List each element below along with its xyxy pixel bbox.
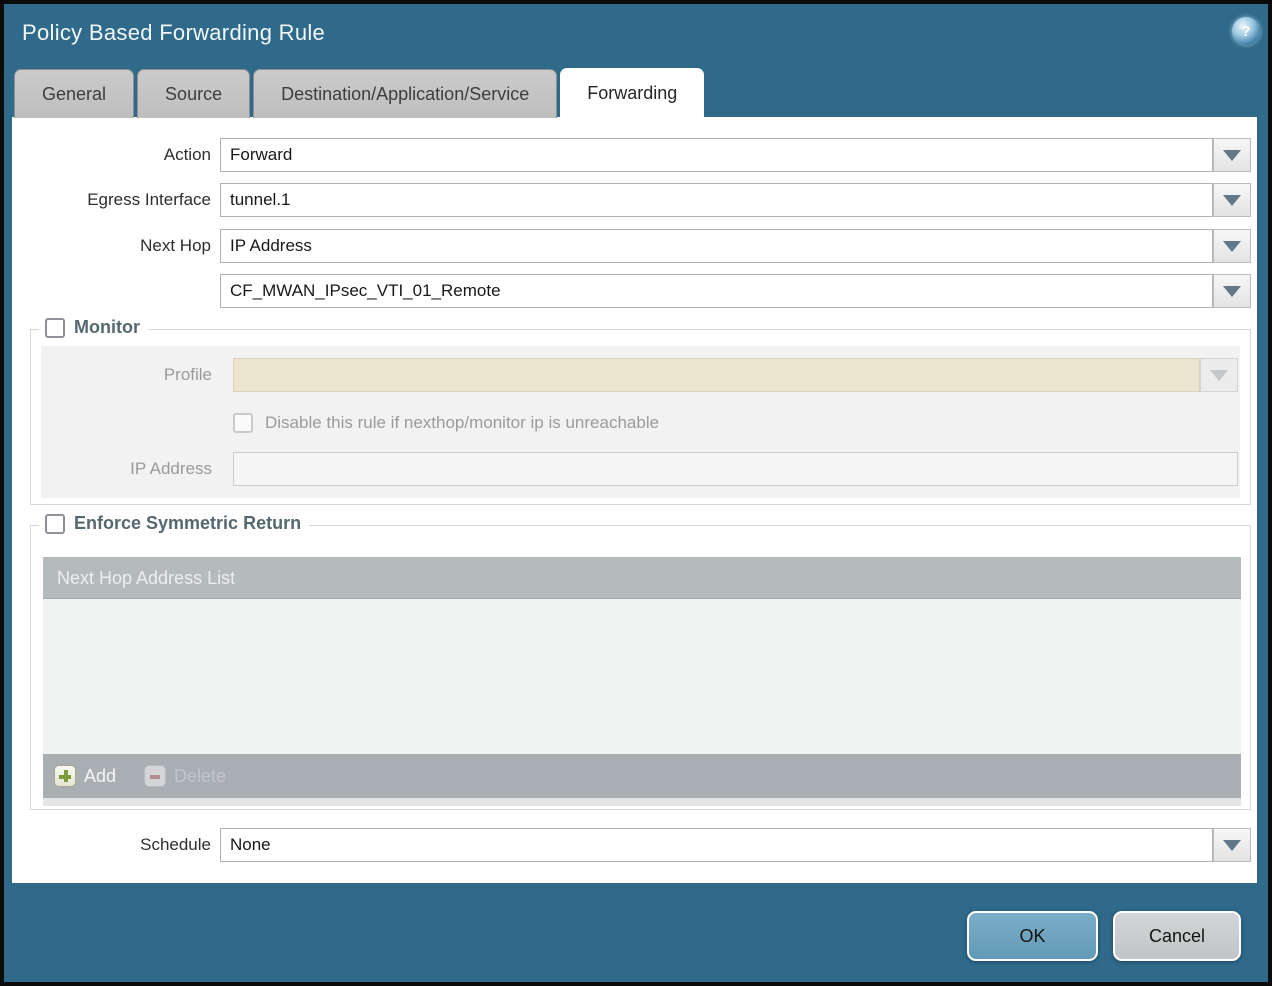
next-hop-address-list-body xyxy=(43,599,1241,754)
egress-interface-select[interactable]: tunnel.1 xyxy=(220,183,1213,217)
next-hop-dropdown-button[interactable] xyxy=(1213,229,1251,263)
next-hop-address-list-header: Next Hop Address List xyxy=(43,557,1241,599)
egress-interface-row: Egress Interface tunnel.1 xyxy=(12,183,1251,217)
next-hop-address-list-toolbar: Add Delete xyxy=(43,754,1241,798)
profile-dropdown-button xyxy=(1200,358,1238,392)
next-hop-address-table: Next Hop Address List Add Delete xyxy=(43,557,1241,806)
action-dropdown-button[interactable] xyxy=(1213,138,1251,172)
symmetric-return-title: Enforce Symmetric Return xyxy=(74,513,301,534)
disable-rule-label: Disable this rule if nexthop/monitor ip … xyxy=(265,413,659,433)
chevron-down-icon xyxy=(1223,840,1241,851)
chevron-down-icon xyxy=(1223,195,1241,206)
monitor-section: Monitor Profile Disable this rule if nex… xyxy=(30,329,1251,505)
action-row: Action Forward xyxy=(12,138,1251,172)
tab-source[interactable]: Source xyxy=(137,69,250,118)
table-bottom-strip xyxy=(43,798,1241,806)
disable-rule-checkbox xyxy=(233,413,253,433)
monitor-ip-address-input xyxy=(233,452,1238,486)
add-button-label: Add xyxy=(84,766,116,787)
tab-forwarding[interactable]: Forwarding xyxy=(560,68,704,120)
action-select[interactable]: Forward xyxy=(220,138,1213,172)
add-button[interactable]: Add xyxy=(54,765,116,787)
cancel-button[interactable]: Cancel xyxy=(1113,911,1241,961)
disable-rule-row: Disable this rule if nexthop/monitor ip … xyxy=(233,406,659,440)
profile-select xyxy=(233,358,1200,392)
tab-bar: General Source Destination/Application/S… xyxy=(14,68,707,118)
action-label: Action xyxy=(12,145,211,165)
help-icon[interactable]: ? xyxy=(1232,17,1260,45)
profile-row: Profile xyxy=(41,358,1238,392)
chevron-down-icon xyxy=(1210,370,1228,381)
monitor-title: Monitor xyxy=(74,317,140,338)
chevron-down-icon xyxy=(1223,241,1241,252)
schedule-label: Schedule xyxy=(12,835,211,855)
next-hop-type-select[interactable]: IP Address xyxy=(220,229,1213,263)
schedule-row: Schedule None xyxy=(12,828,1251,862)
delete-button-label: Delete xyxy=(174,766,226,787)
next-hop-address-select[interactable]: CF_MWAN_IPsec_VTI_01_Remote xyxy=(220,274,1213,308)
chevron-down-icon xyxy=(1223,150,1241,161)
plus-icon xyxy=(54,765,76,787)
ok-button[interactable]: OK xyxy=(967,911,1098,961)
monitor-checkbox[interactable] xyxy=(45,318,65,338)
pbf-rule-dialog: Policy Based Forwarding Rule ? General S… xyxy=(0,0,1272,986)
tab-general[interactable]: General xyxy=(14,69,134,118)
monitor-legend: Monitor xyxy=(39,317,148,338)
help-glyph: ? xyxy=(1241,23,1250,40)
egress-interface-dropdown-button[interactable] xyxy=(1213,183,1251,217)
monitor-ip-address-label: IP Address xyxy=(41,459,212,479)
schedule-dropdown-button[interactable] xyxy=(1213,828,1251,862)
symmetric-return-checkbox[interactable] xyxy=(45,514,65,534)
profile-label: Profile xyxy=(41,365,212,385)
dialog-title: Policy Based Forwarding Rule xyxy=(22,20,325,46)
chevron-down-icon xyxy=(1223,286,1241,297)
delete-button: Delete xyxy=(144,765,226,787)
next-hop-address-row: CF_MWAN_IPsec_VTI_01_Remote xyxy=(12,274,1251,308)
schedule-select[interactable]: None xyxy=(220,828,1213,862)
symmetric-return-section: Enforce Symmetric Return Next Hop Addres… xyxy=(30,525,1251,810)
tab-destination-application-service[interactable]: Destination/Application/Service xyxy=(253,69,557,118)
next-hop-label: Next Hop xyxy=(12,236,211,256)
minus-icon xyxy=(144,765,166,787)
monitor-content: Profile Disable this rule if nexthop/mon… xyxy=(41,346,1240,498)
egress-interface-label: Egress Interface xyxy=(12,190,211,210)
monitor-ip-address-row: IP Address xyxy=(41,452,1238,486)
forwarding-tab-panel: Action Forward Egress Interface tunnel.1… xyxy=(12,117,1257,883)
next-hop-row: Next Hop IP Address xyxy=(12,229,1251,263)
next-hop-address-dropdown-button[interactable] xyxy=(1213,274,1251,308)
symmetric-return-legend: Enforce Symmetric Return xyxy=(39,513,309,534)
